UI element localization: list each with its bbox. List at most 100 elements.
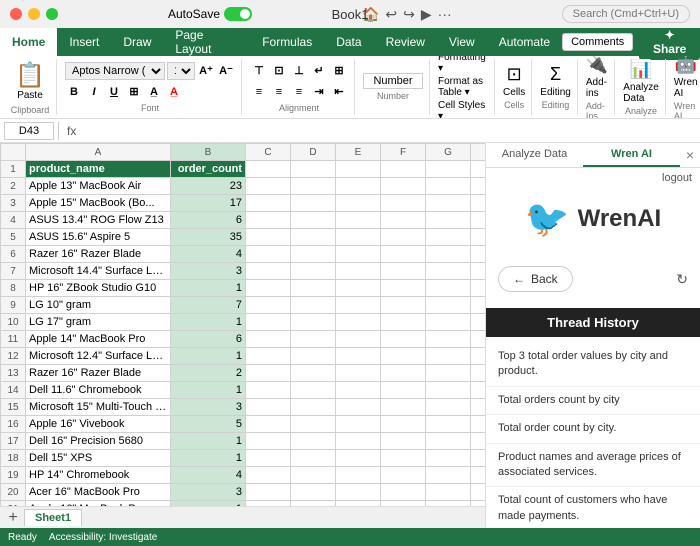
number-format-display[interactable]: Number: [363, 73, 423, 89]
history-item[interactable]: Total orders count by city: [486, 387, 700, 415]
table-row[interactable]: 18Dell 15" XPS1: [1, 450, 486, 467]
empty-cell[interactable]: [291, 382, 336, 399]
cell-product-name[interactable]: Razer 16" Razer Blade: [26, 365, 171, 382]
empty-cell[interactable]: [336, 229, 381, 246]
cell-order-count[interactable]: order_count: [171, 161, 246, 178]
cell-order-count[interactable]: 6: [171, 212, 246, 229]
empty-cell[interactable]: [426, 297, 471, 314]
font-size-select[interactable]: 11 12 14: [167, 62, 195, 80]
empty-cell[interactable]: [426, 450, 471, 467]
empty-cell[interactable]: [336, 450, 381, 467]
col-header-b[interactable]: B: [171, 144, 246, 161]
empty-cell[interactable]: [381, 297, 426, 314]
formula-input[interactable]: [84, 122, 696, 140]
empty-cell[interactable]: [246, 433, 291, 450]
refresh-button[interactable]: ↻: [676, 271, 688, 288]
empty-cell[interactable]: [336, 484, 381, 501]
table-row[interactable]: 20Acer 16" MacBook Pro3: [1, 484, 486, 501]
function-wizard-icon[interactable]: fx: [67, 124, 76, 138]
cell-product-name[interactable]: Microsoft 12.4" Surface Laptop Go 3: [26, 348, 171, 365]
table-row[interactable]: 17Dell 16" Precision 56801: [1, 433, 486, 450]
autosave-toggle[interactable]: AutoSave: [168, 7, 252, 21]
col-header-g[interactable]: G: [426, 144, 471, 161]
empty-cell[interactable]: [471, 331, 486, 348]
comments-button[interactable]: Comments: [562, 33, 633, 51]
col-header-a[interactable]: A: [26, 144, 171, 161]
cell-product-name[interactable]: ASUS 15.6" Aspire 5: [26, 229, 171, 246]
empty-cell[interactable]: [381, 484, 426, 501]
empty-cell[interactable]: [381, 161, 426, 178]
empty-cell[interactable]: [291, 399, 336, 416]
empty-cell[interactable]: [381, 178, 426, 195]
fill-color-button[interactable]: A̲: [145, 83, 163, 101]
tab-formulas[interactable]: Formulas: [250, 28, 324, 56]
empty-cell[interactable]: [246, 450, 291, 467]
table-row[interactable]: 2Apple 13" MacBook Air23: [1, 178, 486, 195]
empty-cell[interactable]: [246, 195, 291, 212]
table-row[interactable]: 4ASUS 13.4" ROG Flow Z136: [1, 212, 486, 229]
empty-cell[interactable]: [381, 331, 426, 348]
cell-product-name[interactable]: ASUS 13.4" ROG Flow Z13: [26, 212, 171, 229]
wrap-text-button[interactable]: ↵: [310, 62, 328, 80]
cell-product-name[interactable]: LG 10" gram: [26, 297, 171, 314]
table-row[interactable]: 7Microsoft 14.4" Surface Laptop Studio 2…: [1, 263, 486, 280]
cell-order-count[interactable]: 1: [171, 280, 246, 297]
tab-home[interactable]: Home: [0, 28, 57, 56]
empty-cell[interactable]: [381, 229, 426, 246]
cell-product-name[interactable]: LG 17" gram: [26, 314, 171, 331]
empty-cell[interactable]: [381, 212, 426, 229]
logout-button[interactable]: logout: [486, 168, 700, 188]
align-center-button[interactable]: ≡: [270, 83, 288, 101]
cell-order-count[interactable]: 3: [171, 263, 246, 280]
cell-order-count[interactable]: 17: [171, 195, 246, 212]
empty-cell[interactable]: [246, 297, 291, 314]
cell-order-count[interactable]: 4: [171, 467, 246, 484]
font-color-button[interactable]: A̲: [165, 83, 183, 101]
autosave-switch[interactable]: [224, 7, 252, 21]
empty-cell[interactable]: [291, 467, 336, 484]
empty-cell[interactable]: [291, 433, 336, 450]
empty-cell[interactable]: [426, 467, 471, 484]
table-row[interactable]: 1product_nameorder_count: [1, 161, 486, 178]
align-bottom-button[interactable]: ⊥: [290, 62, 308, 80]
cell-order-count[interactable]: 3: [171, 399, 246, 416]
empty-cell[interactable]: [336, 263, 381, 280]
empty-cell[interactable]: [336, 399, 381, 416]
empty-cell[interactable]: [381, 246, 426, 263]
cell-product-name[interactable]: Dell 15" XPS: [26, 450, 171, 467]
empty-cell[interactable]: [336, 212, 381, 229]
empty-cell[interactable]: [426, 314, 471, 331]
empty-cell[interactable]: [336, 365, 381, 382]
empty-cell[interactable]: [471, 382, 486, 399]
table-row[interactable]: 12Microsoft 12.4" Surface Laptop Go 31: [1, 348, 486, 365]
empty-cell[interactable]: [426, 484, 471, 501]
empty-cell[interactable]: [336, 382, 381, 399]
empty-cell[interactable]: [471, 450, 486, 467]
empty-cell[interactable]: [426, 212, 471, 229]
cell-order-count[interactable]: 2: [171, 365, 246, 382]
grid-wrapper[interactable]: A B C D E F G H 1product_nameorder_count…: [0, 143, 485, 506]
table-row[interactable]: 10LG 17" gram1: [1, 314, 486, 331]
empty-cell[interactable]: [381, 365, 426, 382]
empty-cell[interactable]: [246, 212, 291, 229]
empty-cell[interactable]: [426, 382, 471, 399]
cell-order-count[interactable]: 4: [171, 246, 246, 263]
table-row[interactable]: 9LG 10" gram7: [1, 297, 486, 314]
cell-reference-input[interactable]: [4, 122, 54, 140]
empty-cell[interactable]: [426, 416, 471, 433]
history-item[interactable]: Product names and average prices of asso…: [486, 444, 700, 488]
cell-product-name[interactable]: Apple 14" MacBook Pro: [26, 331, 171, 348]
empty-cell[interactable]: [246, 467, 291, 484]
cell-product-name[interactable]: Dell 16" Precision 5680: [26, 433, 171, 450]
empty-cell[interactable]: [246, 382, 291, 399]
empty-cell[interactable]: [471, 433, 486, 450]
empty-cell[interactable]: [426, 348, 471, 365]
outdent-button[interactable]: ⇤: [330, 83, 348, 101]
empty-cell[interactable]: [381, 280, 426, 297]
empty-cell[interactable]: [426, 399, 471, 416]
cell-product-name[interactable]: HP 14" Chromebook: [26, 467, 171, 484]
empty-cell[interactable]: [246, 331, 291, 348]
cell-order-count[interactable]: 1: [171, 450, 246, 467]
empty-cell[interactable]: [336, 161, 381, 178]
empty-cell[interactable]: [381, 433, 426, 450]
